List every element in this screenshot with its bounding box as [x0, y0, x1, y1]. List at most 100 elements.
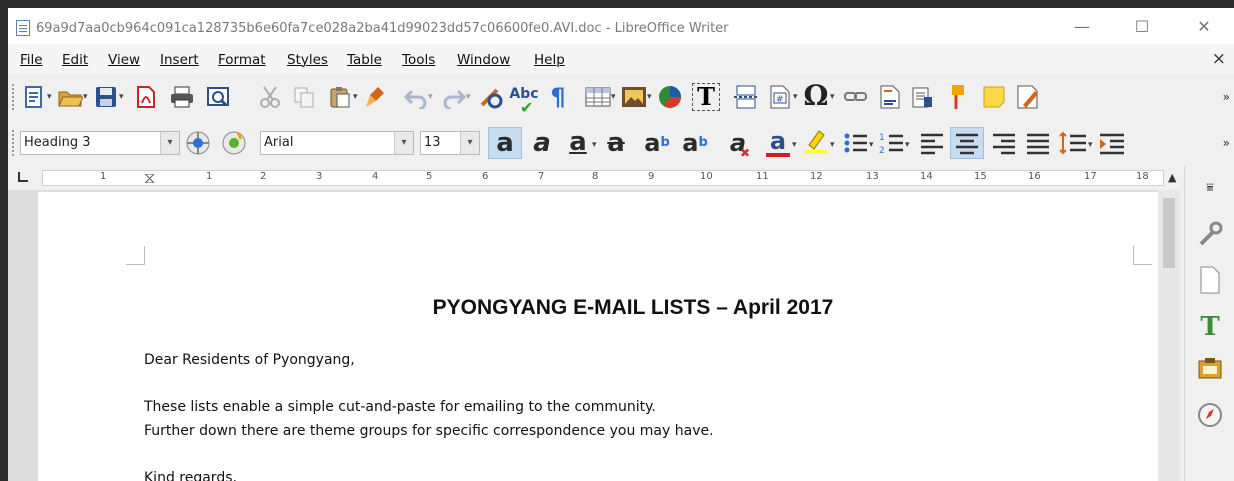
menu-help[interactable]: Help — [534, 52, 565, 68]
paste-icon[interactable] — [326, 83, 354, 111]
line-spacing-icon[interactable] — [1058, 129, 1086, 157]
toolbar-overflow-icon[interactable]: » — [1223, 136, 1230, 150]
window-title: 69a9d7aa0cb964c091ca128735b6e60fa7ce028a… — [36, 21, 729, 36]
gallery-icon[interactable] — [1195, 356, 1225, 386]
document-paragraph[interactable]: These lists enable a simple cut-and-past… — [144, 399, 656, 415]
underline-icon[interactable]: a — [564, 128, 592, 156]
page-icon[interactable] — [1195, 266, 1225, 296]
menu-format[interactable]: Format — [218, 52, 266, 68]
find-replace-icon[interactable] — [478, 83, 506, 111]
spelling-icon[interactable]: Abc ✔ — [509, 80, 538, 117]
svg-text:#: # — [776, 95, 784, 105]
bold-icon[interactable]: a — [488, 127, 522, 159]
document-paragraph[interactable]: Kind regards, — [144, 470, 237, 481]
insert-page-break-icon[interactable] — [732, 83, 760, 111]
numbering-icon[interactable]: 12 — [878, 129, 906, 157]
save-icon[interactable] — [92, 83, 120, 111]
close-document-button[interactable]: × — [1212, 49, 1226, 69]
document-paragraph[interactable]: Further down there are theme groups for … — [144, 423, 714, 439]
clear-formatting-icon[interactable]: a ✖ — [724, 129, 752, 160]
bullets-icon[interactable] — [842, 129, 870, 157]
sidebar-menu-icon[interactable]: ⩸ — [1195, 172, 1225, 202]
undo-icon[interactable] — [402, 83, 430, 111]
insert-special-character-icon[interactable]: Ω — [802, 82, 830, 110]
toolbar-grip[interactable] — [12, 84, 17, 110]
new-style-icon[interactable] — [220, 129, 248, 157]
insert-endnote-icon[interactable] — [908, 83, 936, 111]
increase-indent-icon[interactable] — [1098, 129, 1126, 157]
ruler-label: 3 — [316, 171, 323, 182]
formatting-marks-icon[interactable]: ¶ — [544, 83, 572, 111]
ruler-label: 14 — [920, 171, 933, 182]
menu-insert[interactable]: Insert — [160, 52, 199, 68]
track-changes-icon[interactable] — [1014, 83, 1042, 111]
cut-icon[interactable] — [256, 83, 284, 111]
superscript-icon[interactable]: ab — [638, 129, 676, 157]
align-center-icon[interactable] — [950, 127, 984, 159]
horizontal-ruler[interactable]: ⧖ 1 1 2 3 4 5 6 7 8 9 10 11 12 13 14 15 … — [8, 166, 1234, 190]
scroll-up-icon[interactable]: ▲ — [1168, 171, 1176, 184]
menu-view[interactable]: View — [108, 52, 140, 68]
scrollbar-thumb[interactable] — [1163, 198, 1175, 268]
chevron-down-icon[interactable]: ▾ — [394, 132, 413, 154]
copy-icon[interactable] — [290, 83, 318, 111]
align-left-icon[interactable] — [918, 129, 946, 157]
paragraph-style-combo[interactable]: Heading 3 ▾ — [20, 131, 180, 155]
insert-hyperlink-icon[interactable] — [842, 83, 870, 111]
indent-marker-icon[interactable]: ⧖ — [144, 168, 155, 188]
insert-comment-icon[interactable] — [980, 83, 1008, 111]
vertical-scrollbar[interactable] — [1158, 190, 1180, 481]
italic-icon[interactable]: a — [528, 129, 556, 157]
font-color-icon[interactable]: a — [764, 127, 792, 157]
update-style-icon[interactable] — [184, 129, 212, 157]
navigator-icon[interactable] — [1195, 402, 1225, 432]
open-icon[interactable] — [56, 83, 84, 111]
new-document-icon[interactable] — [20, 83, 48, 111]
menu-table[interactable]: Table — [347, 52, 382, 68]
ruler-label: 15 — [974, 171, 987, 182]
properties-icon[interactable] — [1195, 220, 1225, 250]
menu-styles[interactable]: Styles — [287, 52, 328, 68]
insert-field-icon[interactable]: # — [766, 83, 794, 111]
strikethrough-icon[interactable]: a — [602, 129, 630, 157]
print-preview-icon[interactable] — [204, 83, 232, 111]
redo-icon[interactable] — [440, 83, 468, 111]
print-icon[interactable] — [168, 83, 196, 111]
maximize-button[interactable]: ☐ — [1122, 16, 1162, 38]
font-name-combo[interactable]: Arial ▾ — [260, 131, 414, 155]
insert-footnote-icon[interactable] — [876, 83, 904, 111]
menu-file[interactable]: File — [20, 52, 43, 68]
insert-textbox-icon[interactable]: T — [692, 83, 720, 111]
document-paragraph[interactable]: Dear Residents of Pyongyang, — [144, 352, 355, 368]
minimize-button[interactable]: — — [1062, 16, 1102, 38]
insert-bookmark-icon[interactable] — [944, 83, 972, 111]
subscript-icon[interactable]: ab — [676, 129, 714, 157]
align-right-icon[interactable] — [990, 129, 1018, 157]
document-heading[interactable]: PYONGYANG E-MAIL LISTS – April 2017 — [38, 296, 1228, 320]
insert-chart-icon[interactable] — [656, 83, 684, 111]
clone-formatting-icon[interactable] — [362, 83, 390, 111]
font-size-combo[interactable]: 13 ▾ — [420, 131, 480, 155]
svg-text:1: 1 — [879, 133, 885, 143]
insert-table-icon[interactable] — [584, 83, 612, 111]
document-page[interactable]: PYONGYANG E-MAIL LISTS – April 2017 Dear… — [38, 192, 1158, 481]
export-pdf-icon[interactable] — [132, 83, 160, 111]
ruler-label: 4 — [372, 171, 379, 182]
menu-tools[interactable]: Tools — [402, 52, 435, 68]
styles-icon[interactable]: T — [1195, 312, 1225, 342]
highlighting-icon[interactable] — [802, 127, 830, 155]
ruler-label: 12 — [810, 171, 823, 182]
justify-icon[interactable] — [1024, 129, 1052, 157]
chevron-down-icon[interactable]: ▾ — [460, 132, 479, 154]
chevron-down-icon[interactable]: ▾ — [160, 132, 179, 154]
insert-image-icon[interactable] — [620, 83, 648, 111]
font-name-value: Arial — [264, 135, 294, 150]
close-window-button[interactable]: ✕ — [1184, 16, 1224, 38]
toolbar-grip[interactable] — [12, 130, 17, 156]
tab-stop-selector-icon[interactable] — [18, 172, 28, 182]
menu-edit[interactable]: Edit — [62, 52, 88, 68]
menu-window[interactable]: Window — [457, 52, 510, 68]
toolbar-overflow-icon[interactable]: » — [1223, 90, 1230, 104]
document-area[interactable]: PYONGYANG E-MAIL LISTS – April 2017 Dear… — [8, 190, 1168, 481]
ruler-label: 7 — [538, 171, 545, 182]
